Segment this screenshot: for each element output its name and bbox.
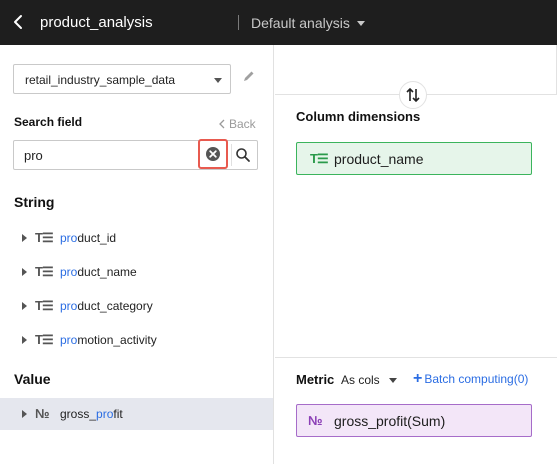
dimension-chip[interactable]: T☰ product_name [296, 142, 532, 175]
metric-mode-select[interactable]: As cols [341, 373, 397, 387]
match-highlight: pro [96, 407, 114, 421]
metric-chip-label: gross_profit(Sum) [334, 413, 446, 429]
field-name-rest: fit [113, 407, 123, 421]
match-highlight: pro [60, 299, 78, 313]
batch-computing-label: Batch computing(0) [424, 372, 529, 386]
field-item[interactable]: T☰ product_category [0, 290, 273, 322]
metric-area: Metric As cols + Batch computing(0) № gr… [275, 357, 557, 464]
number-field-icon: № [308, 413, 323, 428]
match-highlight: pro [60, 265, 78, 279]
search-box [13, 139, 258, 170]
swap-icon [406, 87, 420, 103]
text-field-icon: T☰ [35, 298, 54, 313]
text-field-icon: T☰ [35, 230, 54, 245]
field-item[interactable]: T☰ product_id [0, 222, 273, 254]
page-title: product_analysis [40, 14, 153, 31]
back-link-label: Back [229, 117, 256, 131]
search-field-label: Search field [14, 115, 83, 129]
header-divider [238, 15, 239, 30]
text-field-icon: T☰ [35, 332, 54, 347]
chevron-down-icon [214, 78, 222, 83]
text-field-icon: T☰ [310, 151, 329, 166]
expand-caret-icon[interactable] [22, 234, 27, 242]
value-section-title: Value [14, 371, 51, 387]
field-name: product_name [60, 265, 137, 279]
expand-caret-icon[interactable] [22, 410, 27, 418]
field-name-rest: duct_name [77, 265, 137, 279]
plus-icon: + [413, 370, 423, 387]
back-arrow-icon[interactable] [10, 12, 28, 32]
field-item[interactable]: T☰ product_name [0, 256, 273, 288]
swap-axes-button[interactable] [399, 81, 427, 109]
chevron-down-icon [388, 377, 397, 383]
expand-caret-icon[interactable] [22, 336, 27, 344]
field-panel: retail_industry_sample_data Search field… [0, 45, 274, 464]
field-item[interactable]: № gross_profit [0, 398, 273, 430]
back-link[interactable]: Back [218, 117, 256, 131]
dimension-chip-label: product_name [334, 151, 424, 167]
number-field-icon: № [35, 406, 49, 421]
field-name: promotion_activity [60, 333, 157, 347]
metric-mode-value: As cols [341, 373, 380, 387]
analysis-selector-label: Default analysis [251, 15, 350, 31]
chevron-left-icon [219, 119, 225, 129]
match-highlight: pro [60, 333, 78, 347]
metric-label: Metric [296, 372, 335, 387]
field-name: gross_profit [60, 407, 123, 421]
dataset-select-value: retail_industry_sample_data [25, 73, 176, 87]
column-dimensions-label: Column dimensions [296, 109, 421, 124]
expand-caret-icon[interactable] [22, 268, 27, 276]
search-icon[interactable] [235, 147, 251, 163]
field-name-rest: motion_activity [77, 333, 157, 347]
expand-caret-icon[interactable] [22, 302, 27, 310]
analysis-selector[interactable]: Default analysis [251, 15, 365, 31]
top-bar: product_analysis Default analysis [0, 0, 557, 45]
text-field-icon: T☰ [35, 264, 54, 279]
config-panel: Column dimensions T☰ product_name Metric… [275, 45, 557, 464]
field-name-prefix: gross_ [60, 407, 97, 421]
dataset-select[interactable]: retail_industry_sample_data [13, 64, 231, 94]
string-section-title: String [14, 194, 55, 210]
search-divider [231, 144, 232, 166]
clear-search-button[interactable] [198, 139, 228, 169]
field-name-rest: duct_id [77, 231, 117, 245]
match-highlight: pro [60, 231, 78, 245]
field-name: product_id [60, 231, 116, 245]
chevron-down-icon [356, 20, 365, 26]
metric-chip[interactable]: № gross_profit(Sum) [296, 404, 532, 437]
clear-icon [206, 147, 220, 161]
field-item[interactable]: T☰ promotion_activity [0, 324, 273, 356]
search-input[interactable] [24, 146, 199, 164]
edit-icon[interactable] [242, 69, 256, 83]
batch-computing-button[interactable]: + Batch computing(0) [413, 370, 529, 387]
field-name-rest: duct_category [77, 299, 153, 313]
field-name: product_category [60, 299, 153, 313]
